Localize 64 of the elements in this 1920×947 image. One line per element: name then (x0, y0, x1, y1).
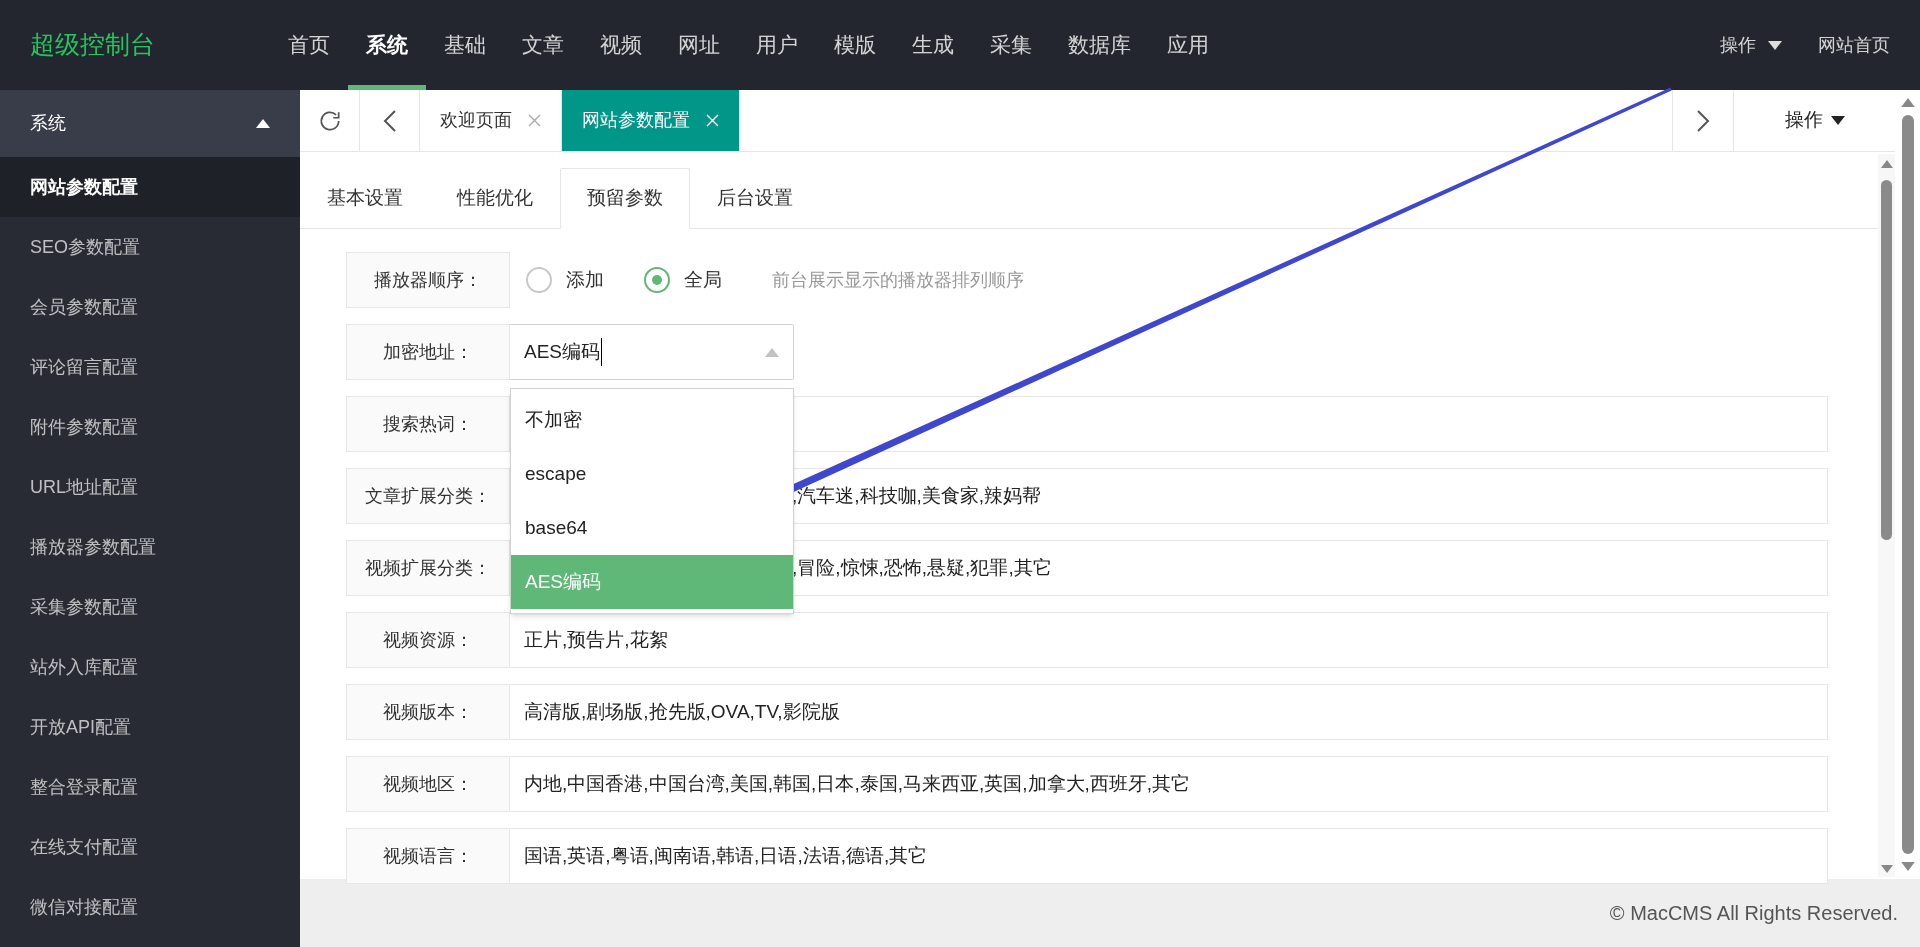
sidebar-item[interactable]: 开放API配置 (0, 697, 300, 757)
hint-text: 前台展示显示的播放器排列顺序 (772, 268, 1024, 292)
copyright-text: © MacCMS All Rights Reserved. (1609, 901, 1898, 926)
radio-option[interactable]: 添加 (526, 265, 604, 295)
caret-icon (1830, 116, 1845, 125)
field-label: 视频语言： (346, 828, 510, 884)
field-label: 视频扩展分类： (346, 540, 510, 596)
field-label: 视频版本： (346, 684, 510, 740)
nav-tab[interactable]: 首页 (270, 0, 348, 90)
sidebar-item[interactable]: 网站参数配置 (0, 157, 300, 217)
sidebar-item[interactable]: 整合登录配置 (0, 757, 300, 817)
nav-tab[interactable]: 用户 (738, 0, 816, 90)
sidebar-item[interactable]: 附件参数配置 (0, 397, 300, 457)
select-field[interactable]: AES编码 (510, 324, 794, 380)
scroll-up-icon[interactable] (1880, 160, 1893, 168)
nav-tab[interactable]: 文章 (504, 0, 582, 90)
field-label: 视频地区： (346, 756, 510, 812)
nav-tab[interactable]: 基础 (426, 0, 504, 90)
sidebar-item[interactable]: 会员参数配置 (0, 277, 300, 337)
scroll-down-icon[interactable] (1880, 865, 1893, 873)
caret-icon (1768, 40, 1782, 50)
dropdown-option[interactable]: 不加密 (511, 393, 793, 447)
field-label: 加密地址： (346, 324, 510, 380)
chevron-right-icon (1696, 108, 1710, 133)
caret-icon (256, 119, 270, 128)
scroll-up-icon[interactable] (1900, 98, 1915, 107)
page-tab[interactable]: 网站参数配置 (562, 90, 740, 151)
scroll-down-icon[interactable] (1900, 862, 1915, 871)
nav-tab[interactable]: 网址 (660, 0, 738, 90)
sidebar-item[interactable]: SEO参数配置 (0, 217, 300, 277)
nav-tab[interactable]: 生成 (894, 0, 972, 90)
nav-tab[interactable]: 模版 (816, 0, 894, 90)
field-label: 文章扩展分类： (346, 468, 510, 524)
sidebar-item[interactable]: 在线支付配置 (0, 817, 300, 877)
nav-tab[interactable]: 视频 (582, 0, 660, 90)
sidebar-item[interactable]: 播放器参数配置 (0, 517, 300, 577)
sub-tab[interactable]: 基本设置 (300, 168, 430, 229)
input-field[interactable]: 高清版,剧场版,抢先版,OVA,TV,影院版 (510, 684, 1828, 740)
nav-tab[interactable]: 应用 (1149, 0, 1227, 90)
logo-text: 超级控制台 (29, 29, 156, 61)
sidebar-group[interactable]: 系统 (0, 90, 300, 157)
chevron-left-icon (382, 108, 397, 133)
site-home-link[interactable]: 网站首页 (1794, 0, 1920, 90)
field-label: 搜索热词： (346, 396, 510, 452)
scrollbar[interactable] (1878, 154, 1895, 877)
field-label: 播放器顺序： (346, 252, 510, 308)
close-icon[interactable] (528, 114, 541, 127)
sidebar-item[interactable]: 微信对接配置 (0, 877, 300, 937)
input-field[interactable]: 正片,预告片,花絮 (510, 612, 1828, 668)
sidebar-item[interactable]: 站外入库配置 (0, 637, 300, 697)
sidebar-item[interactable]: 评论留言配置 (0, 337, 300, 397)
input-field[interactable]: 内地,中国香港,中国台湾,美国,韩国,日本,泰国,马来西亚,英国,加拿大,西班牙,其它 (510, 756, 1828, 812)
field-label: 视频资源： (346, 612, 510, 668)
nav-tab[interactable]: 系统 (348, 0, 426, 90)
nav-tab[interactable]: 采集 (972, 0, 1050, 90)
actions-menu[interactable]: 操作 (1708, 0, 1794, 90)
input-field[interactable]: 国语,英语,粤语,闽南语,韩语,日语,法语,德语,其它 (510, 828, 1828, 884)
sub-tab[interactable]: 预留参数 (560, 168, 690, 229)
sub-tab[interactable]: 后台设置 (690, 168, 820, 229)
sidebar-item[interactable]: 采集参数配置 (0, 577, 300, 637)
sub-tab[interactable]: 性能优化 (430, 168, 560, 229)
nav-tab[interactable]: 数据库 (1050, 0, 1149, 90)
sidebar-item[interactable]: URL地址配置 (0, 457, 300, 517)
radio-option[interactable]: 全局 (644, 265, 722, 295)
